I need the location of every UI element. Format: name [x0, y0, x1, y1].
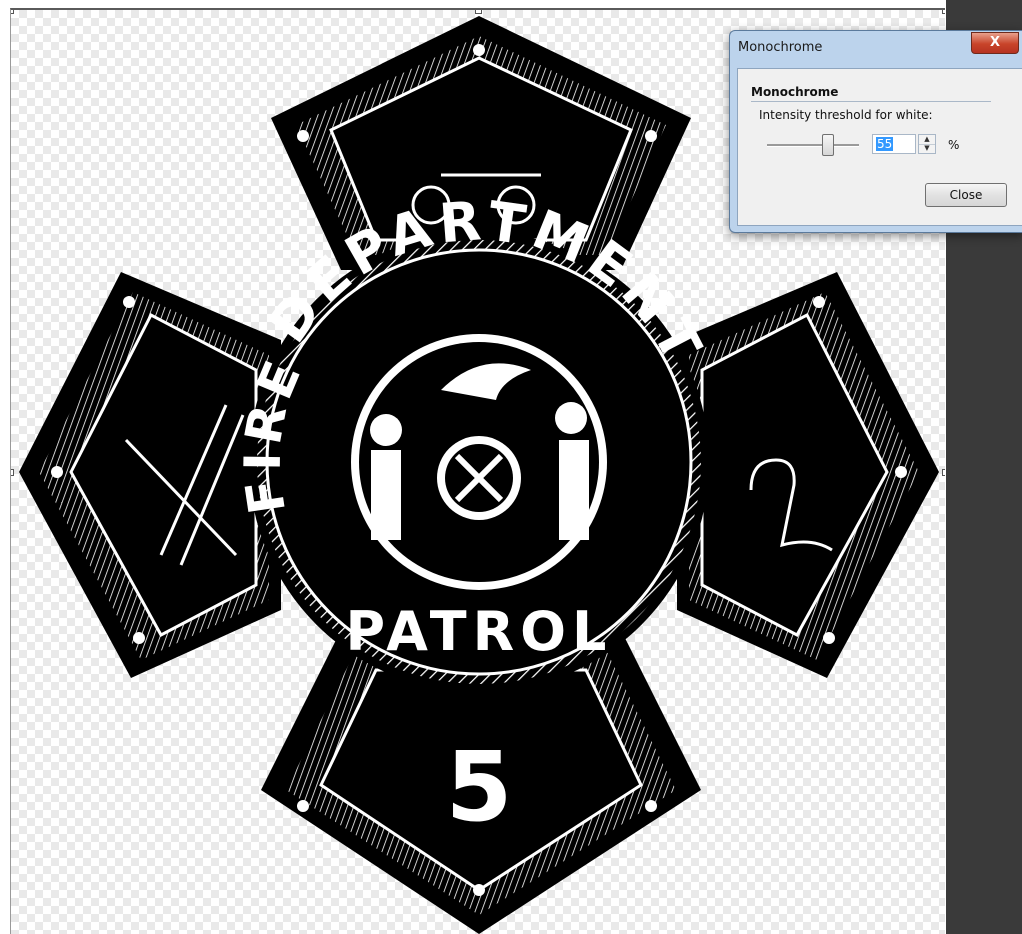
threshold-slider-track[interactable] [767, 144, 859, 147]
selection-handle-right[interactable] [942, 469, 945, 476]
threshold-spinner[interactable]: ▲ ▼ [918, 134, 936, 154]
selection-handle-left[interactable] [11, 469, 14, 476]
down-arrow-icon[interactable]: ▼ [919, 144, 935, 153]
threshold-value-text: 55 [876, 137, 894, 151]
selection-handle-top[interactable] [475, 10, 482, 14]
group-divider [751, 101, 991, 102]
threshold-value-input[interactable]: 55 [872, 134, 916, 154]
badge-text-patrol: PATROL [346, 600, 613, 663]
percent-sign: % [948, 138, 960, 152]
badge-number: 5 [446, 731, 513, 843]
close-button[interactable]: Close [925, 183, 1007, 207]
selection-handle-top-right[interactable] [942, 10, 945, 14]
dialog-content: Monochrome Intensity threshold for white… [729, 30, 1022, 231]
group-title: Monochrome [751, 85, 839, 99]
selection-handle-top-left[interactable] [11, 10, 14, 14]
threshold-slider-thumb[interactable] [822, 134, 834, 156]
threshold-label: Intensity threshold for white: [759, 108, 933, 122]
